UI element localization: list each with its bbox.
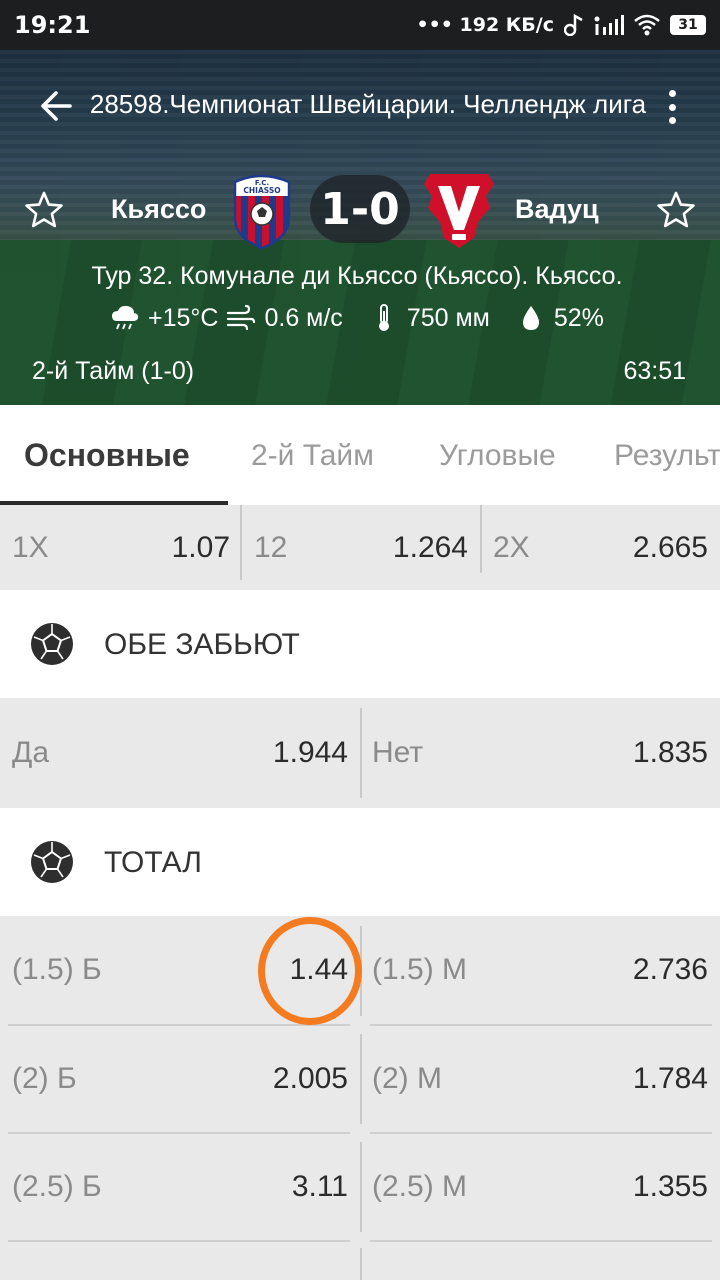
network-speed: ••• 192 КБ/с	[416, 14, 554, 36]
market-tabs: Основные 2-й Тайм Угловые Результ	[0, 405, 720, 505]
status-icons: ••• 192 КБ/с 31	[416, 14, 706, 36]
divider	[480, 505, 482, 573]
divider	[370, 1240, 712, 1242]
odds-cell-under-1-5[interactable]: (1.5) М 2.736	[372, 916, 708, 1024]
humidity-drop-icon	[522, 306, 539, 330]
screen: 19:21 ••• 192 КБ/с 31 28598.Чемпионат Шв…	[0, 0, 720, 1280]
pressure-value: 750 мм	[406, 303, 490, 332]
odds-cell-under-2[interactable]: (2) М 1.784	[372, 1026, 708, 1132]
soccer-ball-icon	[31, 841, 73, 883]
odds-cell-under-2-5[interactable]: (2.5) М 1.355	[372, 1134, 708, 1240]
home-team-logo: F.C. CHIASSO	[233, 174, 291, 250]
divider	[360, 708, 362, 798]
humidity-value: 52%	[553, 303, 604, 332]
favorite-home-star-icon[interactable]	[24, 190, 64, 230]
music-icon	[564, 14, 583, 36]
wind-icon	[227, 304, 256, 331]
status-time: 19:21	[14, 11, 91, 39]
tab-main[interactable]: Основные	[24, 437, 190, 474]
odds-cell-no[interactable]: Нет 1.835	[372, 698, 708, 808]
away-team-name: Вадуц	[515, 194, 599, 224]
divider	[360, 1034, 362, 1124]
odds-cell-yes[interactable]: Да 1.944	[12, 698, 348, 808]
venue-info: Тур 32. Комунале ди Кьяссо (Кьяссо). Кья…	[91, 262, 623, 290]
odds-cell-over-2-5[interactable]: (2.5) Б 3.11	[12, 1134, 348, 1240]
soccer-ball-icon	[31, 623, 73, 665]
section-both-score[interactable]: ОБЕ ЗАБЬЮТ	[0, 590, 720, 698]
double-chance-row: 1X 1.07 12 1.264 2X 2.665	[0, 505, 720, 590]
more-menu-icon[interactable]	[660, 88, 684, 126]
odds-cell-1x[interactable]: 1X 1.07	[12, 505, 230, 590]
section-total[interactable]: ТОТАЛ	[0, 808, 720, 916]
battery-icon: 31	[670, 15, 706, 35]
league-title: 28598.Чемпионат Швейцарии. Челлендж лига	[89, 89, 647, 119]
match-score: 1-0	[310, 175, 410, 243]
wifi-icon	[634, 14, 660, 36]
home-team-name: Кьяссо	[111, 194, 207, 224]
weather-info: +15°C 0.6 м/с 750 мм 52%	[110, 301, 604, 335]
tab-second-half[interactable]: 2-й Тайм	[251, 439, 374, 473]
match-time: 63:51	[623, 357, 686, 385]
section-title-total: ТОТАЛ	[104, 846, 202, 879]
odds-cell-2x[interactable]: 2X 2.665	[493, 505, 708, 590]
divider	[240, 505, 242, 580]
back-arrow-icon[interactable]	[38, 88, 74, 124]
odds-cell-12[interactable]: 12 1.264	[254, 505, 468, 590]
favorite-away-star-icon[interactable]	[656, 190, 696, 230]
half-info: 2-й Тайм (1-0)	[32, 357, 195, 385]
wind-value: 0.6 м/с	[264, 303, 343, 332]
svg-text:CHIASSO: CHIASSO	[243, 186, 280, 195]
temperature-value: +15°C	[148, 303, 219, 332]
tab-corners[interactable]: Угловые	[439, 439, 556, 473]
divider	[360, 1142, 362, 1232]
divider	[8, 1240, 350, 1242]
tab-results[interactable]: Результ	[614, 439, 720, 473]
highlight-circle	[258, 917, 362, 1025]
away-team-logo	[424, 174, 494, 248]
rain-cloud-icon	[112, 305, 139, 330]
status-bar: 19:21 ••• 192 КБ/с 31	[0, 0, 720, 50]
divider	[360, 1248, 362, 1280]
odds-cell-over-2[interactable]: (2) Б 2.005	[12, 1026, 348, 1132]
thermometer-icon	[378, 304, 389, 331]
both-score-row: Да 1.944 Нет 1.835	[0, 698, 720, 808]
section-title-both-score: ОБЕ ЗАБЬЮТ	[104, 628, 300, 661]
signal-icon	[594, 15, 624, 35]
